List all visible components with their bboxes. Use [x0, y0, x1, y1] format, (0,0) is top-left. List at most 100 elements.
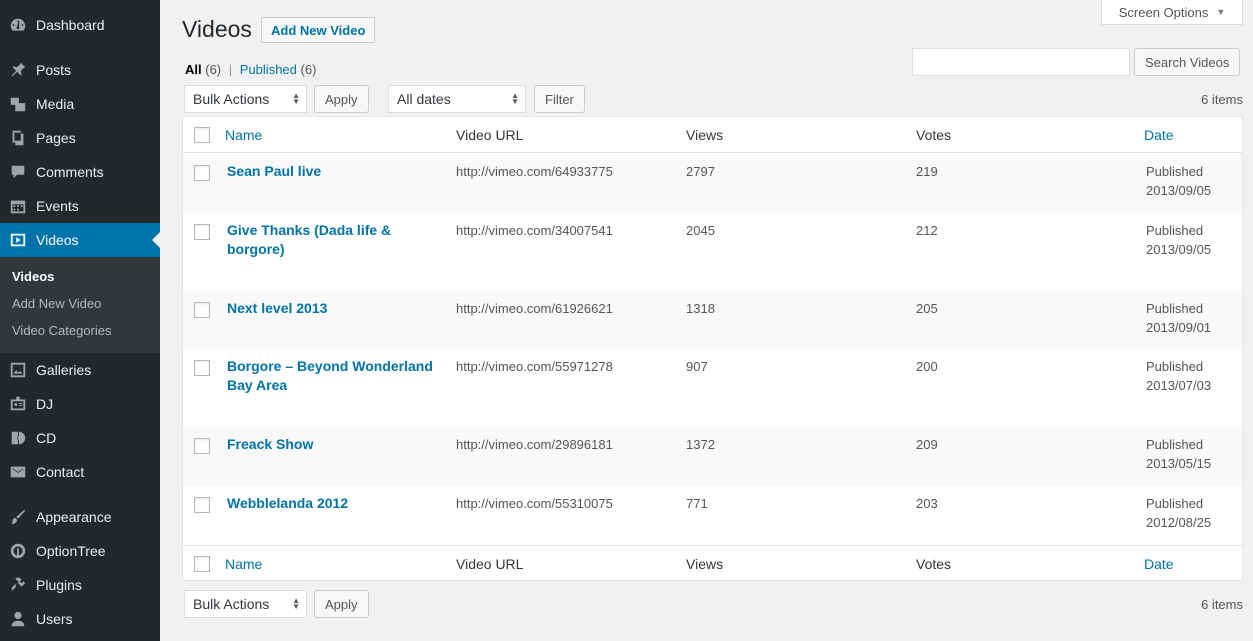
column-views-footer: Views: [686, 556, 724, 572]
column-date-footer[interactable]: Date: [1144, 556, 1174, 572]
menu-label: Dashboard: [36, 17, 105, 33]
video-title-link[interactable]: Sean Paul live: [227, 162, 442, 181]
search-input[interactable]: [912, 48, 1130, 76]
pin-icon: [0, 61, 36, 79]
menu-label: Appearance: [36, 509, 112, 525]
column-votes-footer: Votes: [916, 556, 952, 572]
menu-item-events[interactable]: Events: [0, 189, 160, 223]
select-all-checkbox-bottom[interactable]: [194, 556, 210, 572]
user-icon: [0, 610, 36, 628]
dates-select[interactable]: All dates ▲ ▼: [388, 85, 526, 113]
menu-label: DJ: [36, 396, 54, 412]
menu-item-dashboard[interactable]: Dashboard: [0, 8, 160, 42]
video-icon: [0, 231, 36, 249]
apply-button-top[interactable]: Apply: [314, 85, 369, 113]
video-title-link[interactable]: Borgore – Beyond Wonderland Bay Area: [227, 357, 442, 395]
video-url: http://vimeo.com/55971278: [456, 359, 613, 374]
status-filter-links: All (6) | Published (6): [185, 62, 316, 77]
menu-item-posts[interactable]: Posts: [0, 53, 160, 87]
menu-item-videos[interactable]: Videos: [0, 223, 160, 257]
table-row: Give Thanks (Dada life & borgore) http:/…: [183, 213, 1242, 291]
bulk-actions-value: Bulk Actions: [193, 91, 270, 107]
video-date: 2013/09/01: [1146, 320, 1212, 335]
plug-icon: [0, 576, 36, 594]
video-title-link[interactable]: Give Thanks (Dada life & borgore): [227, 221, 442, 259]
column-votes-header: Votes: [916, 127, 952, 143]
table-row: Borgore – Beyond Wonderland Bay Area htt…: [183, 349, 1242, 427]
video-views: 1318: [686, 301, 715, 316]
table-row: Freack Show http://vimeo.com/29896181 13…: [183, 427, 1242, 486]
menu-label: Galleries: [36, 362, 92, 378]
main-content: Videos Add New Video Screen Options ▼ Al…: [182, 0, 1243, 641]
bulk-actions-select-top[interactable]: Bulk Actions ▲ ▼: [184, 85, 307, 113]
column-name-header[interactable]: Name: [225, 127, 262, 143]
menu-label: OptionTree: [36, 543, 106, 559]
menu-item-contact[interactable]: Contact: [0, 455, 160, 489]
video-status: Published: [1146, 359, 1204, 374]
filter-all-link[interactable]: All: [185, 62, 202, 77]
row-checkbox[interactable]: [194, 224, 210, 240]
video-title-link[interactable]: Next level 2013: [227, 299, 442, 318]
select-all-checkbox[interactable]: [194, 127, 210, 143]
submenu-video-categories[interactable]: Video Categories: [12, 323, 112, 338]
menu-item-users[interactable]: Users: [0, 602, 160, 636]
menu-item-plugins[interactable]: Plugins: [0, 568, 160, 602]
column-url-footer: Video URL: [456, 556, 524, 572]
video-date: 2013/09/05: [1146, 242, 1212, 257]
video-title-link[interactable]: Webblelanda 2012: [227, 494, 442, 513]
screen-options-toggle[interactable]: Screen Options ▼: [1101, 0, 1243, 25]
id-card-icon: [0, 395, 36, 413]
pages-icon: [0, 129, 36, 147]
add-new-video-button[interactable]: Add New Video: [261, 17, 376, 43]
table-footer: Name Video URL Views Votes Date: [183, 545, 1242, 581]
menu-item-cd[interactable]: CD: [0, 421, 160, 455]
video-views: 907: [686, 359, 708, 374]
menu-item-dj[interactable]: DJ: [0, 387, 160, 421]
menu-label: Comments: [36, 164, 104, 180]
column-name-footer[interactable]: Name: [225, 556, 262, 572]
menu-item-media[interactable]: Media: [0, 87, 160, 121]
video-date: 2012/08/25: [1146, 515, 1212, 530]
menu-item-galleries[interactable]: Galleries: [0, 353, 160, 387]
video-title-link[interactable]: Freack Show: [227, 435, 442, 454]
menu-label: Videos: [36, 232, 79, 248]
row-checkbox[interactable]: [194, 360, 210, 376]
row-checkbox[interactable]: [194, 438, 210, 454]
menu-item-pages[interactable]: Pages: [0, 121, 160, 155]
admin-sidebar: Dashboard Posts Media Pages Comments Eve…: [0, 0, 160, 641]
filter-button[interactable]: Filter: [534, 85, 585, 113]
submenu-videos[interactable]: Videos: [12, 269, 54, 284]
video-date: 2013/07/03: [1146, 378, 1212, 393]
menu-item-optiontree[interactable]: OptionTree: [0, 534, 160, 568]
video-date: 2013/05/15: [1146, 456, 1212, 471]
apply-button-bottom[interactable]: Apply: [314, 590, 369, 618]
filter-published-count: (6): [300, 62, 317, 77]
row-checkbox[interactable]: [194, 302, 210, 318]
column-date-header[interactable]: Date: [1144, 127, 1174, 143]
video-views: 2045: [686, 223, 715, 238]
video-url: http://vimeo.com/34007541: [456, 223, 613, 238]
select-arrows-icon: ▲ ▼: [292, 596, 300, 611]
dates-value: All dates: [397, 91, 451, 107]
calendar-icon: [0, 197, 36, 215]
filter-published-link[interactable]: Published: [240, 62, 297, 77]
menu-label: Media: [36, 96, 75, 112]
filter-separator: |: [228, 62, 233, 77]
bulk-actions-select-bottom[interactable]: Bulk Actions ▲ ▼: [184, 590, 307, 618]
row-checkbox[interactable]: [194, 497, 210, 513]
search-videos-button[interactable]: Search Videos: [1134, 48, 1241, 76]
menu-item-comments[interactable]: Comments: [0, 155, 160, 189]
videos-submenu: Videos Add New Video Video Categories: [0, 257, 160, 353]
video-status: Published: [1146, 223, 1204, 238]
video-date: 2013/09/05: [1146, 183, 1212, 198]
gallery-icon: [0, 361, 36, 379]
menu-item-appearance[interactable]: Appearance: [0, 500, 160, 534]
submenu-add-new-video[interactable]: Add New Video: [12, 296, 101, 311]
cd-icon: [0, 429, 36, 447]
menu-label: Posts: [36, 62, 72, 78]
comment-icon: [0, 163, 36, 181]
caret-down-icon: ▼: [1216, 7, 1226, 17]
page-title: Videos: [182, 16, 252, 42]
row-checkbox[interactable]: [194, 165, 210, 181]
select-arrows-icon: ▲ ▼: [292, 91, 300, 106]
